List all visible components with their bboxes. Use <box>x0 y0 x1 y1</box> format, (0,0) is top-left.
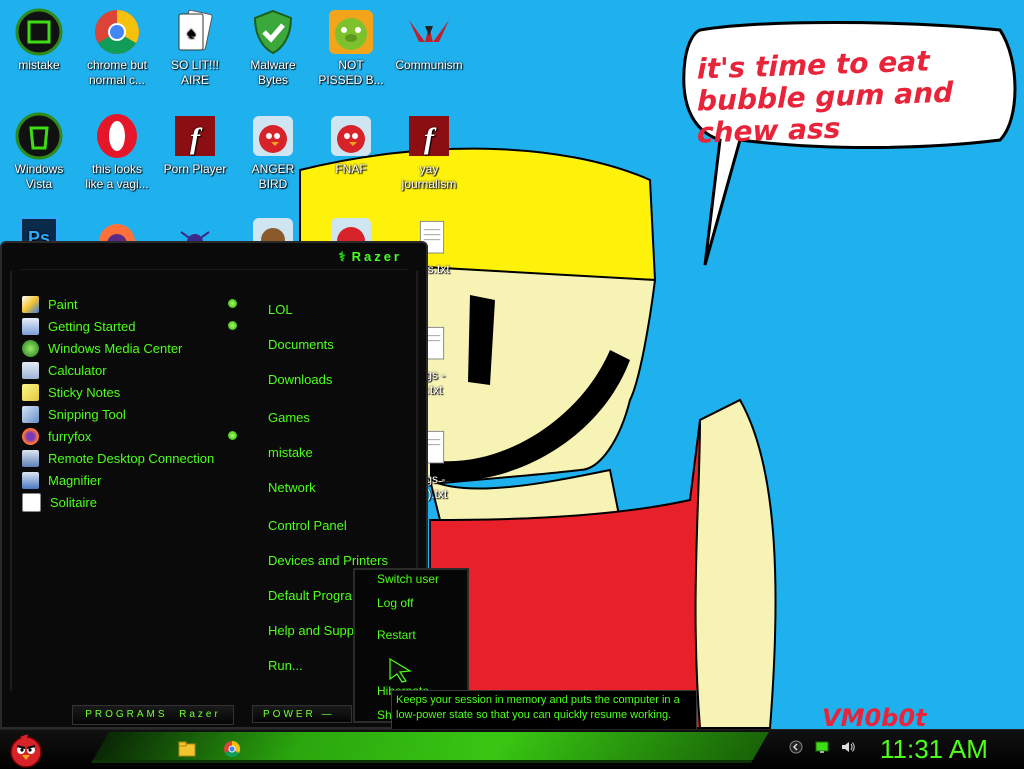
mouse-cursor-icon <box>389 657 412 683</box>
power-item-shut-down[interactable]: Sh <box>377 708 392 722</box>
solitaire-icon <box>22 492 41 512</box>
desktop-icon-malwarebytes[interactable]: Malware Bytes <box>235 8 311 88</box>
place-item-control-panel[interactable]: Control Panel <box>268 518 347 538</box>
flash-icon: f <box>405 112 453 160</box>
desktop-icon-fnaf[interactable]: FNAF <box>313 112 389 177</box>
program-item-paint[interactable]: Paint <box>22 293 237 315</box>
place-item-downloads[interactable]: Downloads <box>268 372 332 392</box>
folder-icon[interactable] <box>178 740 196 758</box>
power-item-log-off[interactable]: Log off <box>377 596 413 610</box>
communism-logo-icon <box>405 8 453 56</box>
system-tray <box>788 739 856 755</box>
program-item-furryfox[interactable]: furryfox <box>22 425 237 447</box>
firefox-icon <box>22 427 39 445</box>
desktop-icon-communism[interactable]: Communism <box>391 8 467 73</box>
razer-logo-icon <box>15 8 63 56</box>
remote-desktop-icon <box>22 449 39 467</box>
solitaire-icon: ♠ <box>171 8 219 56</box>
razer-brand-logo: ⚕ Razer <box>338 249 402 264</box>
desktop-icon-porn-player[interactable]: f Porn Player <box>157 112 233 177</box>
svg-text:♠: ♠ <box>187 25 196 42</box>
calculator-icon <box>22 361 39 379</box>
place-item-default-programs[interactable]: Default Progra <box>268 588 352 608</box>
program-item-getting-started[interactable]: Getting Started <box>22 315 237 337</box>
power-item-switch-user[interactable]: Switch user <box>377 572 439 586</box>
power-item-restart[interactable]: Restart <box>377 628 416 642</box>
getting-started-icon <box>22 317 39 335</box>
place-item-help-and-support[interactable]: Help and Supp <box>268 623 354 643</box>
paint-icon <box>22 295 39 313</box>
recycle-bin-icon <box>15 112 63 160</box>
angry-bird-icon <box>327 112 375 160</box>
chrome-icon[interactable] <box>223 740 241 758</box>
flash-icon: f <box>171 112 219 160</box>
place-item-games[interactable]: Games <box>268 410 310 430</box>
start-menu-header: ⚕ Razer <box>20 247 408 270</box>
desktop-icon-not-pissed[interactable]: NOT PISSED B... <box>313 8 389 88</box>
magnifier-icon <box>22 471 39 489</box>
program-item-calculator[interactable]: Calculator <box>22 359 107 381</box>
show-hidden-icons-icon[interactable] <box>788 739 804 755</box>
chrome-icon <box>93 8 141 56</box>
opera-icon <box>93 112 141 160</box>
sticky-notes-icon <box>22 383 39 401</box>
program-item-windows-media-center[interactable]: Windows Media Center <box>22 337 182 359</box>
taskbar-clock[interactable]: 11:31 AM <box>880 734 988 765</box>
desktop-icon-solitaire[interactable]: ♠ SO LIT!!! AIRE <box>157 8 233 88</box>
program-item-snipping-tool[interactable]: Snipping Tool <box>22 403 126 425</box>
speaker-icon[interactable] <box>840 739 856 755</box>
submenu-arrow-icon <box>228 431 237 440</box>
start-button-angry-bird-icon[interactable] <box>6 731 46 769</box>
razer-snake-icon: ⚕ <box>338 249 349 264</box>
green-pig-icon <box>327 8 375 56</box>
desktop-icon-opera[interactable]: this looks like a vagi... <box>79 112 155 192</box>
desktop-icon-chrome[interactable]: chrome but normal c... <box>79 8 155 88</box>
media-center-icon <box>22 339 39 357</box>
desktop-icon-anger-bird[interactable]: ANGER BIRD <box>235 112 311 192</box>
power-arrow-icon: — <box>321 709 335 720</box>
power-button[interactable]: POWER — <box>252 705 352 723</box>
submenu-arrow-icon <box>228 299 237 308</box>
network-icon[interactable] <box>814 739 830 755</box>
speech-bubble-text: it's time to eat bubble gum and chew ass <box>697 44 954 150</box>
place-item-network[interactable]: Network <box>268 480 316 500</box>
shield-check-icon <box>249 8 297 56</box>
desktop-icon-yay-journalism[interactable]: f yay journalism <box>391 112 467 192</box>
program-item-remote-desktop[interactable]: Remote Desktop Connection <box>22 447 214 469</box>
all-programs-button[interactable]: PROGRAMS Razer <box>72 705 234 725</box>
program-item-magnifier[interactable]: Magnifier <box>22 469 101 491</box>
place-item-lol[interactable]: LOL <box>268 302 293 322</box>
taskbar: 11:31 AM <box>0 729 1024 769</box>
artist-signature: VM0b0t <box>822 704 927 732</box>
submenu-arrow-icon <box>228 321 237 330</box>
program-item-sticky-notes[interactable]: Sticky Notes <box>22 381 120 403</box>
program-item-solitaire[interactable]: Solitaire <box>22 491 97 513</box>
angry-bird-icon <box>249 112 297 160</box>
place-item-run[interactable]: Run... <box>268 658 303 678</box>
snipping-tool-icon <box>22 405 39 423</box>
desktop-icon-windows-vista[interactable]: Windows Vista <box>1 112 77 192</box>
desktop-icon-mistake[interactable]: mistake <box>1 8 77 73</box>
place-item-mistake[interactable]: mistake <box>268 445 313 465</box>
place-item-documents[interactable]: Documents <box>268 337 334 357</box>
